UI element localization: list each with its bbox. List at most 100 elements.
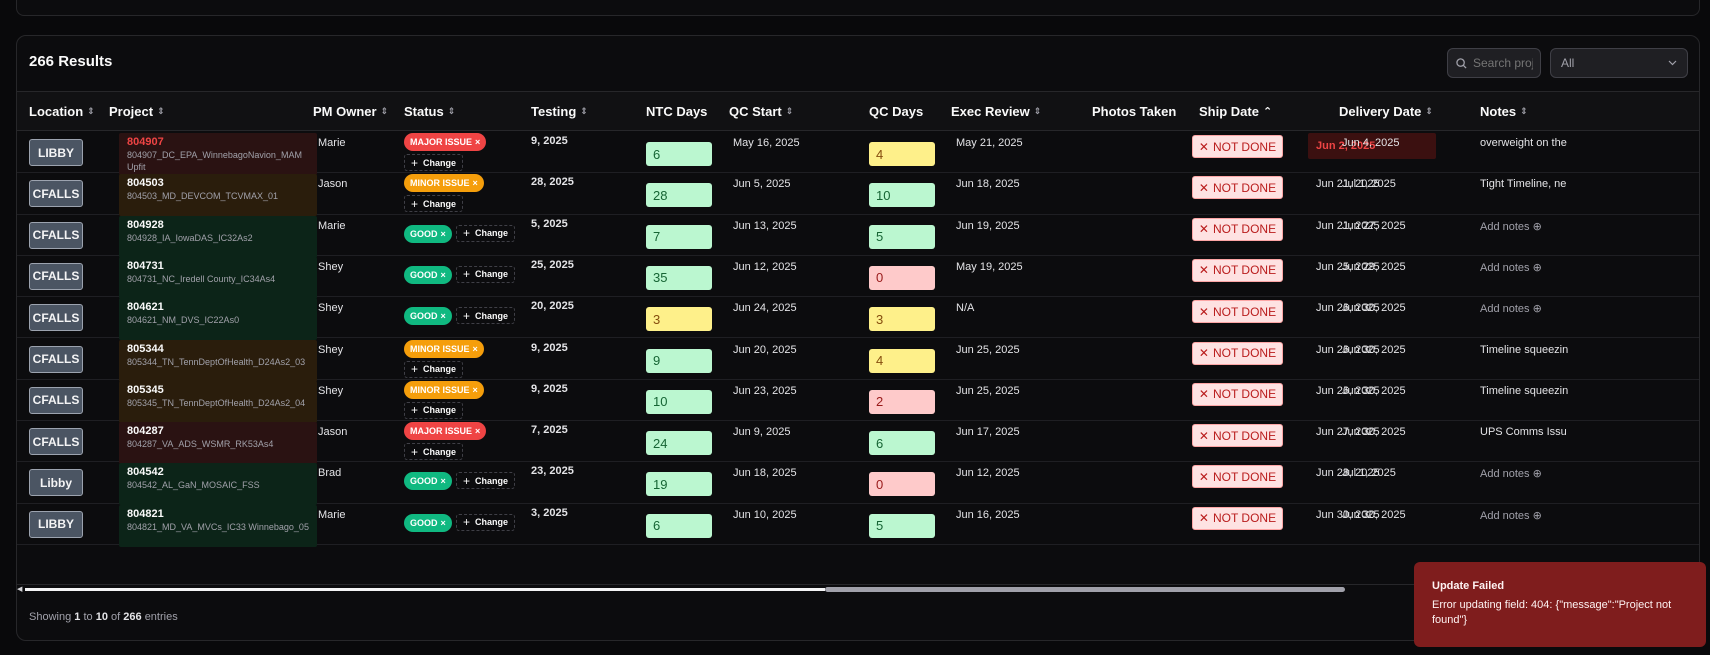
remove-status-icon[interactable]: × xyxy=(441,270,446,280)
change-status-button[interactable]: + Change xyxy=(404,360,464,378)
photos-not-done-button[interactable]: ✕ NOT DONE xyxy=(1192,217,1283,241)
photos-not-done-button[interactable]: ✕ NOT DONE xyxy=(1192,258,1283,282)
location-button[interactable]: CFALLS xyxy=(29,386,83,414)
pm-owner-cell[interactable]: Marie xyxy=(318,509,346,521)
exec-review-cell[interactable]: May 21, 2025 xyxy=(956,137,1023,149)
delivery-date-cell[interactable]: Jun 30, 2025 xyxy=(1342,426,1406,438)
notes-cell[interactable]: Tight Timeline, ne xyxy=(1480,178,1566,190)
pm-owner-cell[interactable]: Brad xyxy=(318,467,341,479)
project-cell[interactable]: 804542 804542_AL_GaN_MOSAIC_FSS xyxy=(119,463,317,506)
exec-review-cell[interactable]: Jun 16, 2025 xyxy=(956,509,1020,521)
column-header-ship-date[interactable]: Ship Date ⌃ xyxy=(1199,104,1272,119)
remove-status-icon[interactable]: × xyxy=(441,476,446,486)
qc-days-cell[interactable]: 10 xyxy=(869,183,935,208)
status-badge[interactable]: GOOD × xyxy=(404,224,452,243)
ntc-days-cell[interactable]: 28 xyxy=(646,183,712,208)
column-header-delivery-date[interactable]: Delivery Date ⇕ xyxy=(1339,104,1433,119)
exec-review-cell[interactable]: Jun 25, 2025 xyxy=(956,344,1020,356)
notes-cell[interactable]: Timeline squeezin xyxy=(1480,385,1568,397)
sort-icon[interactable]: ⇕ xyxy=(1425,106,1433,117)
delivery-date-cell[interactable]: Jul 1, 2025 xyxy=(1342,467,1396,479)
qc-start-cell[interactable]: Jun 9, 2025 xyxy=(733,426,791,438)
column-header-notes[interactable]: Notes ⇕ xyxy=(1480,104,1528,119)
add-notes-button[interactable]: Add notes ⊕ xyxy=(1480,302,1542,315)
exec-review-cell[interactable]: May 19, 2025 xyxy=(956,261,1023,273)
project-cell[interactable]: 804907 804907_DC_EPA_WinnebagoNavion_MAM… xyxy=(119,133,317,175)
testing-cell[interactable]: 5, 2025 xyxy=(531,218,568,230)
exec-review-cell[interactable]: Jun 17, 2025 xyxy=(956,426,1020,438)
project-cell[interactable]: 804928 804928_IA_IowaDAS_IC32As2 xyxy=(119,215,317,258)
sort-ascending-icon[interactable]: ⌃ xyxy=(1263,105,1272,118)
qc-days-cell[interactable]: 0 xyxy=(869,472,935,497)
photos-not-done-button[interactable]: ✕ NOT DONE xyxy=(1192,506,1283,530)
qc-days-cell[interactable]: 6 xyxy=(869,431,935,456)
qc-days-cell[interactable]: 4 xyxy=(869,348,935,373)
testing-cell[interactable]: 25, 2025 xyxy=(531,259,574,271)
photos-not-done-button[interactable]: ✕ NOT DONE xyxy=(1192,300,1283,324)
qc-days-cell[interactable]: 0 xyxy=(869,265,935,290)
ntc-days-cell[interactable]: 6 xyxy=(646,142,712,166)
location-button[interactable]: CFALLS xyxy=(29,180,83,208)
testing-cell[interactable]: 28, 2025 xyxy=(531,176,574,188)
search-input[interactable] xyxy=(1473,56,1533,70)
pm-owner-cell[interactable]: Shey xyxy=(318,344,343,356)
remove-status-icon[interactable]: × xyxy=(475,137,480,147)
testing-cell[interactable]: 23, 2025 xyxy=(531,465,574,477)
location-button[interactable]: LIBBY xyxy=(29,139,83,166)
exec-review-cell[interactable]: N/A xyxy=(956,302,974,314)
qc-start-cell[interactable]: Jun 13, 2025 xyxy=(733,220,797,232)
location-button[interactable]: CFALLS xyxy=(29,304,83,332)
sort-icon[interactable]: ⇕ xyxy=(1520,106,1528,117)
remove-status-icon[interactable]: × xyxy=(475,426,480,436)
testing-cell[interactable]: 7, 2025 xyxy=(531,424,568,436)
delivery-date-cell[interactable]: Jun 4, 2025 xyxy=(1342,137,1400,149)
sort-icon[interactable]: ⇕ xyxy=(1034,106,1042,117)
ntc-days-cell[interactable]: 24 xyxy=(646,431,712,456)
photos-not-done-button[interactable]: ✕ NOT DONE xyxy=(1192,135,1283,158)
location-button[interactable]: CFALLS xyxy=(29,428,83,456)
qc-start-cell[interactable]: Jun 10, 2025 xyxy=(733,509,797,521)
column-header-exec-review[interactable]: Exec Review ⇕ xyxy=(951,104,1041,119)
add-notes-button[interactable]: Add notes ⊕ xyxy=(1480,220,1542,233)
change-status-button[interactable]: + Change xyxy=(456,224,516,242)
project-cell[interactable]: 804621 804621_NM_DVS_IC22As0 xyxy=(119,298,317,341)
location-button[interactable]: CFALLS xyxy=(29,221,83,249)
ntc-days-cell[interactable]: 10 xyxy=(646,389,712,414)
testing-cell[interactable]: 20, 2025 xyxy=(531,300,574,312)
photos-not-done-button[interactable]: ✕ NOT DONE xyxy=(1192,341,1283,365)
add-notes-button[interactable]: Add notes ⊕ xyxy=(1480,467,1542,480)
exec-review-cell[interactable]: Jun 19, 2025 xyxy=(956,220,1020,232)
testing-cell[interactable]: 9, 2025 xyxy=(531,135,568,147)
remove-status-icon[interactable]: × xyxy=(441,518,446,528)
column-header-location[interactable]: Location ⇕ xyxy=(29,104,95,119)
status-badge[interactable]: GOOD × xyxy=(404,265,452,284)
qc-start-cell[interactable]: May 16, 2025 xyxy=(733,137,800,149)
status-badge[interactable]: GOOD × xyxy=(404,307,452,326)
delivery-date-cell[interactable]: Jun 30, 2025 xyxy=(1342,509,1406,521)
filter-select[interactable]: All xyxy=(1550,48,1688,78)
status-badge[interactable]: MINOR ISSUE × xyxy=(404,339,484,358)
project-cell[interactable]: 804821 804821_MD_VA_MVCs_IC33 Winnebago_… xyxy=(119,504,317,547)
column-header-qc-start[interactable]: QC Start ⇕ xyxy=(729,104,793,119)
delivery-date-cell[interactable]: Jun 27, 2025 xyxy=(1342,220,1406,232)
search-box[interactable] xyxy=(1447,48,1541,78)
pm-owner-cell[interactable]: Shey xyxy=(318,261,343,273)
remove-status-icon[interactable]: × xyxy=(441,229,446,239)
status-badge[interactable]: MINOR ISSUE × xyxy=(404,174,484,193)
pm-owner-cell[interactable]: Shey xyxy=(318,302,343,314)
location-button[interactable]: LIBBY xyxy=(29,510,83,538)
pm-owner-cell[interactable]: Jason xyxy=(318,426,347,438)
change-status-button[interactable]: + Change xyxy=(456,472,516,490)
error-toast[interactable]: Update Failed Error updating field: 404:… xyxy=(1414,562,1706,647)
sort-icon[interactable]: ⇕ xyxy=(157,106,165,117)
exec-review-cell[interactable]: Jun 25, 2025 xyxy=(956,385,1020,397)
project-cell[interactable]: 804503 804503_MD_DEVCOM_TCVMAX_01 xyxy=(119,174,317,217)
photos-not-done-button[interactable]: ✕ NOT DONE xyxy=(1192,424,1283,448)
remove-status-icon[interactable]: × xyxy=(473,344,478,354)
change-status-button[interactable]: + Change xyxy=(456,307,516,325)
testing-cell[interactable]: 9, 2025 xyxy=(531,383,568,395)
ntc-days-cell[interactable]: 9 xyxy=(646,348,712,373)
sort-icon[interactable]: ⇕ xyxy=(448,106,456,117)
column-header-pm-owner[interactable]: PM Owner ⇕ xyxy=(313,104,388,119)
status-badge[interactable]: GOOD × xyxy=(404,472,452,491)
